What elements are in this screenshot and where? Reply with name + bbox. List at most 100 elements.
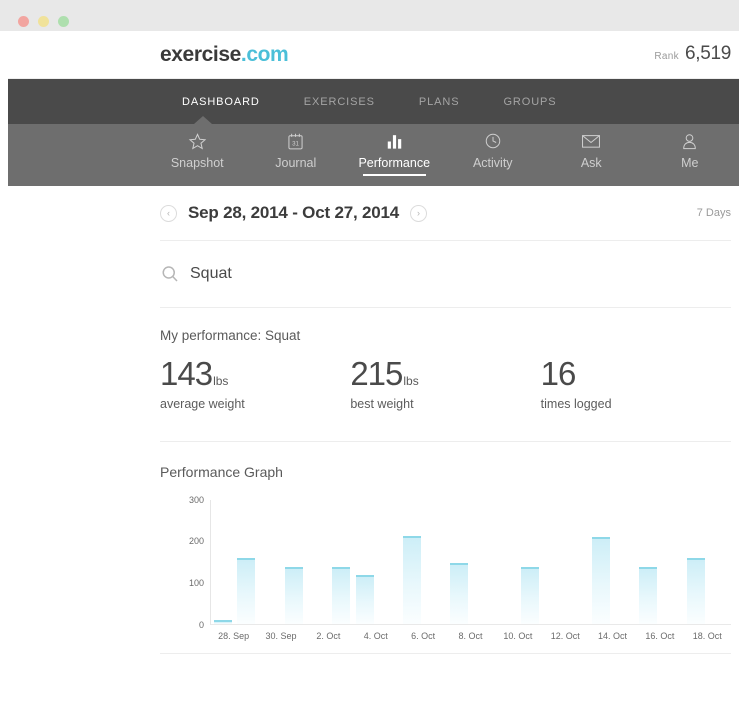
close-window-icon[interactable] bbox=[18, 16, 29, 27]
subnav-item-snapshot[interactable]: Snapshot bbox=[148, 124, 247, 170]
chart-bar-slot bbox=[566, 500, 590, 624]
divider-after-chart bbox=[160, 652, 731, 654]
x-axis-tick: 30. Sep bbox=[265, 630, 297, 641]
chart-plot-area bbox=[210, 499, 731, 625]
previous-period-button[interactable]: ‹ bbox=[160, 204, 177, 222]
chart-bar[interactable] bbox=[521, 566, 540, 624]
chart-bar[interactable] bbox=[592, 536, 611, 624]
chart-bar-slot bbox=[684, 500, 708, 624]
svg-text:31: 31 bbox=[292, 140, 299, 147]
stat-best-weight-caption: best weight bbox=[350, 396, 414, 411]
active-nav-caret bbox=[194, 116, 212, 124]
bar-chart-icon bbox=[385, 130, 404, 152]
period-length-label[interactable]: 7 Days bbox=[697, 207, 731, 219]
chart-bar[interactable] bbox=[639, 566, 658, 624]
date-range-label[interactable]: Sep 28, 2014 - Oct 27, 2014 bbox=[188, 203, 399, 223]
stat-average-weight-unit: lbs bbox=[213, 374, 229, 388]
subnav-label-performance: Performance bbox=[358, 156, 431, 170]
main-content: ‹ Sep 28, 2014 - Oct 27, 2014 › 7 Days S… bbox=[8, 186, 739, 654]
active-subnav-underline bbox=[363, 174, 426, 176]
chart-bar-slot bbox=[353, 500, 377, 624]
minimize-window-icon[interactable] bbox=[38, 16, 49, 27]
maximize-window-icon[interactable] bbox=[58, 16, 69, 27]
stat-average-weight: 143 lbs average weight bbox=[160, 355, 350, 411]
nav-item-dashboard[interactable]: DASHBOARD bbox=[160, 96, 282, 108]
performance-graph-title: Performance Graph bbox=[160, 463, 283, 480]
date-range-bar: ‹ Sep 28, 2014 - Oct 27, 2014 › 7 Days bbox=[8, 186, 739, 240]
chart-bar-slot bbox=[235, 500, 259, 624]
chart-bar[interactable] bbox=[213, 619, 232, 624]
chart-bar-slot bbox=[258, 500, 282, 624]
stats-row: 143 lbs average weight 215 lbs best weig… bbox=[160, 355, 731, 411]
x-axis-tick: 2. Oct bbox=[316, 630, 341, 641]
site-logo[interactable]: exercise.com bbox=[160, 43, 289, 67]
chart-bar-slot bbox=[637, 500, 661, 624]
x-axis-labels: 28. Sep 30. Sep 2. Oct 4. Oct 6. Oct 8. Oct 10… bbox=[210, 625, 731, 641]
chart-bar[interactable] bbox=[237, 558, 256, 624]
chart-bar-slot bbox=[424, 500, 448, 624]
search-icon bbox=[160, 264, 180, 284]
chart-bar-slot bbox=[282, 500, 306, 624]
subnav-item-ask[interactable]: Ask bbox=[542, 124, 641, 170]
x-axis-tick: 6. Oct bbox=[411, 630, 436, 641]
envelope-icon bbox=[581, 130, 601, 152]
nav-item-exercises[interactable]: EXERCISES bbox=[282, 96, 397, 108]
calendar-icon: 31 bbox=[287, 130, 304, 152]
stat-best-weight-unit: lbs bbox=[403, 374, 419, 388]
star-icon bbox=[188, 130, 207, 152]
stat-best-weight: 215 lbs best weight bbox=[350, 355, 540, 411]
logo-tld: .com bbox=[240, 43, 289, 66]
exercise-search-row[interactable]: Squat bbox=[8, 241, 739, 307]
nav-item-plans[interactable]: PLANS bbox=[397, 96, 482, 108]
traffic-lights bbox=[18, 16, 69, 27]
x-axis-tick: 28. Sep bbox=[218, 630, 250, 641]
rank-label: Rank bbox=[654, 51, 679, 62]
search-input[interactable]: Squat bbox=[190, 265, 232, 283]
nav-item-groups[interactable]: GROUPS bbox=[481, 96, 578, 108]
stat-average-weight-value: 143 bbox=[160, 355, 213, 392]
stat-average-weight-caption: average weight bbox=[160, 396, 245, 411]
x-axis-tick: 18. Oct bbox=[692, 630, 722, 641]
chart-bar-slot bbox=[495, 500, 519, 624]
stat-times-logged-value: 16 bbox=[540, 355, 577, 392]
y-axis: 0 100 200 300 bbox=[182, 495, 208, 630]
clock-icon bbox=[484, 130, 502, 152]
chart-bar[interactable] bbox=[686, 558, 705, 624]
next-period-button[interactable]: › bbox=[410, 204, 428, 222]
chart-bar[interactable] bbox=[450, 562, 469, 624]
stat-best-weight-value: 215 bbox=[350, 355, 403, 392]
subnav-item-me[interactable]: Me bbox=[641, 124, 739, 170]
performance-graph-panel: Performance Graph 0 100 200 300 28. Sep 30. … bbox=[8, 442, 739, 647]
chart-bar-slot bbox=[400, 500, 424, 624]
subnav-item-journal[interactable]: 31 Journal bbox=[247, 124, 346, 170]
user-icon bbox=[681, 130, 698, 152]
chart-bar[interactable] bbox=[355, 574, 374, 624]
y-axis-tick: 300 bbox=[188, 494, 204, 505]
chart-bar-slot bbox=[660, 500, 684, 624]
brand-header: exercise.com Rank 6,519 bbox=[8, 31, 739, 79]
subnav-item-performance[interactable]: Performance bbox=[345, 124, 444, 176]
chart-bar-slot bbox=[376, 500, 400, 624]
chart-bar[interactable] bbox=[402, 536, 421, 624]
x-axis-tick: 12. Oct bbox=[550, 630, 580, 641]
stat-times-logged: 16 times logged bbox=[540, 355, 731, 410]
performance-summary-title: My performance: Squat bbox=[160, 328, 301, 343]
rank-value: 6,519 bbox=[684, 43, 731, 64]
chart-bar[interactable] bbox=[284, 566, 303, 624]
x-axis-tick: 10. Oct bbox=[503, 630, 533, 641]
chart-bar-slot bbox=[589, 500, 613, 624]
subnav-item-activity[interactable]: Activity bbox=[444, 124, 543, 170]
subnav-label-ask: Ask bbox=[580, 156, 602, 170]
chart-bar-slot bbox=[329, 500, 353, 624]
x-axis-tick: 14. Oct bbox=[598, 630, 628, 641]
chart-bar-slot bbox=[518, 500, 542, 624]
x-axis-tick: 16. Oct bbox=[645, 630, 675, 641]
x-axis-tick: 8. Oct bbox=[458, 630, 483, 641]
secondary-nav: Snapshot 31 Journal Performance Activity… bbox=[8, 124, 739, 186]
rank-display: Rank 6,519 bbox=[654, 43, 731, 65]
logo-name: exercise bbox=[160, 43, 241, 66]
subnav-label-journal: Journal bbox=[275, 156, 317, 170]
chart-bar[interactable] bbox=[332, 566, 351, 624]
subnav-label-activity: Activity bbox=[472, 156, 513, 170]
chart-bar-slot bbox=[447, 500, 471, 624]
